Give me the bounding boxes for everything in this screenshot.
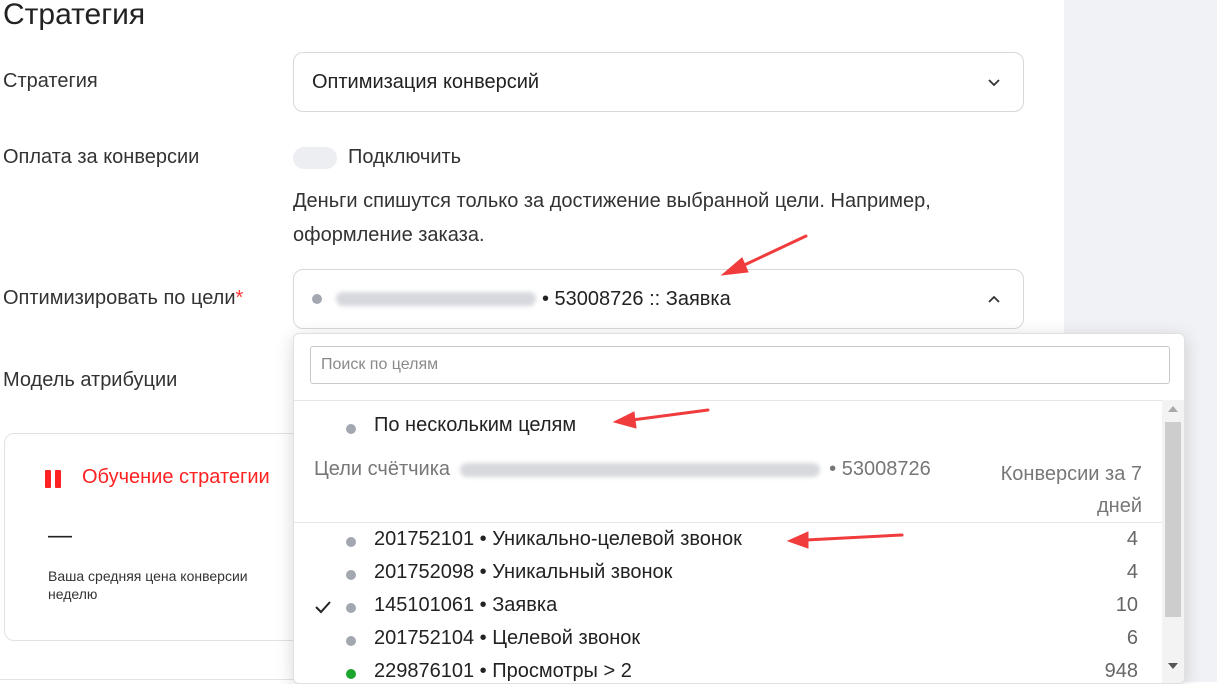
training-note: Ваша средняя цена конверсии неделю xyxy=(48,568,248,602)
goal-option-count: 6 xyxy=(1126,627,1138,649)
dropdown-divider xyxy=(294,400,1162,401)
goal-dropdown: По нескольким целям Цели счётчика • 5300… xyxy=(293,333,1185,684)
chevron-down-icon xyxy=(988,79,1000,87)
conversions-column-header: Конверсии за 7 дней xyxy=(1000,463,1142,517)
goal-option-label: 229876101 • Просмотры > 2 xyxy=(374,660,632,682)
goal-option-label: 201752104 • Целевой звонок xyxy=(374,627,641,649)
goal-search-input[interactable] xyxy=(310,346,1170,384)
conversion-payment-hint: Деньги спишутся только за достижение выб… xyxy=(293,190,931,246)
goal-status-dot xyxy=(346,603,356,613)
goal-option-count: 948 xyxy=(1104,660,1138,682)
goal-option-label: 201752101 • Уникально-целевой звонок xyxy=(374,528,742,550)
attribution-label: Модель атрибуции xyxy=(3,369,178,391)
page-title: Стратегия xyxy=(3,0,146,31)
scroll-up-arrow[interactable] xyxy=(1168,406,1178,412)
dropdown-scrollbar[interactable] xyxy=(1162,400,1184,683)
goal-option-label: 145101061 • Заявка xyxy=(374,594,558,616)
goal-option-row[interactable]: 145101061 • Заявка 10 xyxy=(294,592,1162,625)
option-dot xyxy=(346,424,356,434)
goal-option-count: 4 xyxy=(1126,528,1138,550)
goal-option-row[interactable]: 201752104 • Целевой звонок 6 xyxy=(294,625,1162,658)
conversion-payment-toggle-label[interactable]: Подключить xyxy=(348,146,461,169)
goal-select-value: • 53008726 :: Заявка xyxy=(542,287,731,310)
goal-option-count: 10 xyxy=(1115,594,1138,616)
counter-goals-header: Цели счётчика • 53008726 xyxy=(314,458,931,480)
goal-status-dot xyxy=(346,570,356,580)
training-title: Обучение стратегии xyxy=(82,466,270,488)
goal-option-row[interactable]: 229876101 • Просмотры > 2 948 xyxy=(294,658,1162,683)
required-mark: * xyxy=(235,287,244,309)
strategy-label: Стратегия xyxy=(3,70,98,92)
strategy-select-value: Оптимизация конверсий xyxy=(312,70,540,93)
blurred-counter-name xyxy=(459,462,820,477)
checkmark-icon xyxy=(315,601,331,614)
goal-option-label: 201752098 • Уникальный звонок xyxy=(374,561,673,583)
strategy-select[interactable]: Оптимизация конверсий xyxy=(293,52,1024,112)
blurred-domain xyxy=(336,292,536,306)
goal-option-row[interactable]: 201752098 • Уникальный звонок 4 xyxy=(294,559,1162,592)
pause-icon xyxy=(45,470,63,488)
conversion-payment-toggle[interactable] xyxy=(293,147,337,169)
group-divider xyxy=(294,522,1162,523)
goal-status-dot xyxy=(346,537,356,547)
conversion-payment-label: Оплата за конверсии xyxy=(3,146,200,168)
goal-select[interactable]: • 53008726 :: Заявка xyxy=(293,269,1024,329)
scroll-down-arrow[interactable] xyxy=(1168,663,1178,669)
goal-select-label: Оптимизировать по цели* xyxy=(3,287,244,309)
scroll-thumb[interactable] xyxy=(1165,422,1181,617)
chevron-up-icon xyxy=(988,295,1000,303)
goal-option-row[interactable]: 201752101 • Уникально-целевой звонок 4 xyxy=(294,526,1162,559)
goal-status-dot xyxy=(346,669,356,679)
training-value: — xyxy=(48,522,72,549)
goal-status-dot xyxy=(346,636,356,646)
goal-status-dot xyxy=(312,294,322,304)
goal-option-count: 4 xyxy=(1126,561,1138,583)
